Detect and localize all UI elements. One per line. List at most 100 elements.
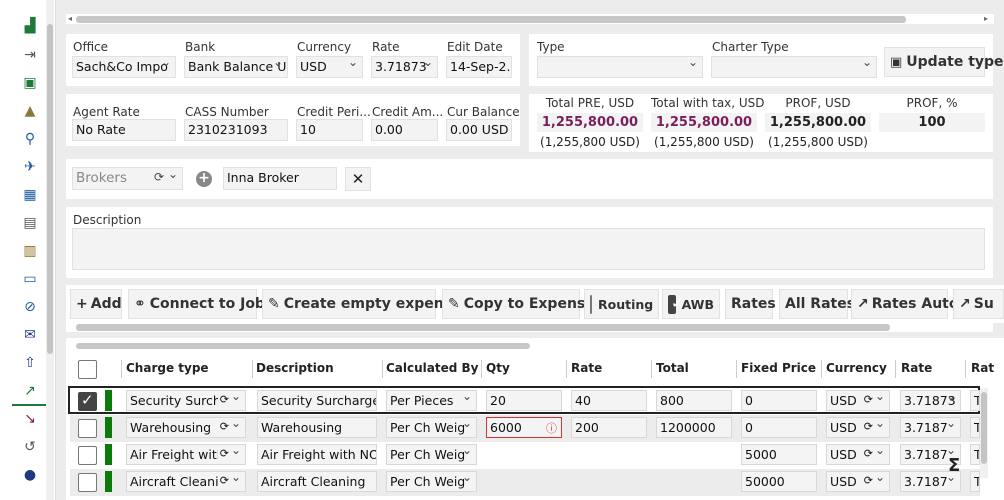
awb-toggle[interactable]: AWB: [662, 289, 720, 319]
currency-select[interactable]: USD ⟳: [826, 417, 890, 438]
col-rate-3[interactable]: Rat: [971, 361, 994, 375]
refresh-icon[interactable]: ⟳: [864, 474, 873, 487]
extra-cell[interactable]: T: [970, 390, 980, 411]
col-calculated-by[interactable]: Calculated By: [386, 361, 479, 375]
col-description[interactable]: Description: [256, 361, 334, 375]
warning-icon[interactable]: ▲: [22, 103, 38, 119]
bank-select[interactable]: Bank Balance U: [184, 56, 288, 78]
col-total[interactable]: Total: [656, 361, 689, 375]
qty-cell[interactable]: 20: [486, 390, 562, 411]
sidebar-scroll-thumb[interactable]: [47, 24, 53, 354]
edit-date-field[interactable]: 14-Sep-2...: [446, 56, 512, 78]
col-rate[interactable]: Rate: [571, 361, 602, 375]
grid-vscroll-thumb[interactable]: [981, 392, 987, 464]
mail-stack-icon[interactable]: ✉: [22, 327, 38, 343]
row-checkbox[interactable]: [78, 419, 97, 438]
calculated-by-select[interactable]: Per Ch Weig: [386, 444, 477, 465]
charter-type-select[interactable]: [711, 56, 877, 78]
toolbar-scrollbar-thumb[interactable]: [76, 324, 890, 331]
routing-checkbox[interactable]: [590, 294, 592, 314]
attachment-icon[interactable]: ⊘: [22, 299, 38, 315]
col-fixed-price[interactable]: Fixed Price: [741, 361, 816, 375]
add-broker-icon[interactable]: +: [196, 171, 212, 187]
scroll-right-arrow-icon[interactable]: ▸: [984, 14, 988, 23]
total-cell[interactable]: 800: [656, 390, 732, 411]
calculated-by-select[interactable]: Per Ch Weig: [386, 471, 477, 492]
calculated-by-select[interactable]: Per Pieces: [386, 390, 477, 411]
refresh-icon[interactable]: ⟳: [217, 393, 229, 406]
description-cell[interactable]: Aircraft Cleaning: [257, 471, 377, 492]
credit-period-field[interactable]: 10: [296, 119, 363, 141]
type-select[interactable]: [537, 56, 703, 78]
currency-select[interactable]: USD ⟳: [826, 444, 890, 465]
refresh-icon[interactable]: ⟳: [864, 447, 873, 460]
credit-amount-field[interactable]: 0.00: [371, 119, 438, 141]
scroll-left-arrow-icon[interactable]: ◂: [68, 14, 72, 23]
routing-toggle[interactable]: Routing: [584, 289, 659, 319]
description-cell[interactable]: Warehousing: [257, 417, 377, 438]
agent-rate-field[interactable]: No Rate: [72, 119, 176, 141]
refresh-icon[interactable]: ⟳: [220, 420, 229, 433]
row-checkbox[interactable]: [78, 446, 97, 465]
brokers-select[interactable]: Brokers ⟳ ⌄: [72, 167, 183, 190]
rate-select[interactable]: 3.7187: [900, 417, 961, 438]
cur-balance-field[interactable]: 0.00 USD: [446, 119, 512, 141]
package-icon[interactable]: ▣: [22, 75, 38, 91]
row-checkbox[interactable]: [78, 473, 97, 492]
select-all-checkbox[interactable]: [78, 360, 97, 379]
route-icon[interactable]: ⚲: [22, 131, 38, 147]
refresh-icon[interactable]: ⟳: [217, 474, 229, 487]
calculated-by-select[interactable]: Per Ch Weig: [386, 417, 477, 438]
broker-name-field[interactable]: Inna Broker: [223, 167, 337, 190]
currency-select[interactable]: USD ⟳: [826, 471, 890, 492]
charge-type-select[interactable]: Security Surcha ⟳: [126, 390, 246, 411]
sum-icon[interactable]: Σ: [948, 455, 960, 476]
rate-select[interactable]: 3.71873: [900, 390, 961, 411]
office-select[interactable]: Sach&Co Impo: [72, 56, 176, 78]
col-rate-2[interactable]: Rate: [901, 361, 932, 375]
rate-cell[interactable]: 40: [571, 390, 647, 411]
qty-cell-error[interactable]: 6000 ⓘ: [486, 417, 562, 438]
col-currency[interactable]: Currency: [826, 361, 887, 375]
summary-button[interactable]: ↗ Su: [953, 289, 1004, 319]
refresh-icon[interactable]: ⟳: [154, 170, 164, 184]
extra-cell[interactable]: T: [970, 444, 980, 465]
charge-type-select[interactable]: Warehousing ⟳: [126, 417, 246, 438]
awb-checkbox[interactable]: [668, 294, 683, 314]
total-cell[interactable]: 1200000: [656, 417, 732, 438]
fixed-price-cell[interactable]: 0: [741, 390, 817, 411]
upload-icon[interactable]: ⇧: [22, 355, 38, 371]
charge-type-select[interactable]: Aircraft Cleanir ⟳: [126, 471, 246, 492]
import-icon[interactable]: ⇥: [22, 47, 38, 63]
history-icon[interactable]: ↺: [22, 439, 38, 455]
sidebar-scrollbar[interactable]: [46, 0, 54, 500]
charge-type-select[interactable]: Air Freight with ⟳: [126, 444, 246, 465]
chart-down-icon[interactable]: ↘: [22, 411, 38, 427]
description-cell[interactable]: Air Freight with NO: [257, 444, 377, 465]
warehouse-icon[interactable]: ▟: [22, 18, 38, 34]
col-charge-type[interactable]: Charge type: [126, 361, 209, 375]
refresh-icon[interactable]: ⟳: [864, 393, 873, 406]
currency-select[interactable]: USD: [296, 56, 363, 78]
plane-icon[interactable]: ✈: [22, 159, 38, 175]
remove-broker-button[interactable]: ✕: [345, 167, 371, 191]
top-scrollbar-thumb[interactable]: [76, 16, 906, 23]
connect-to-job-button[interactable]: ⚭ Connect to Job: [128, 289, 265, 319]
comments-icon[interactable]: ●: [22, 467, 38, 483]
fixed-price-cell[interactable]: 5000: [741, 444, 817, 465]
rates-button[interactable]: Rates: [725, 289, 776, 319]
grid-scrollbar-thumb[interactable]: [76, 343, 530, 349]
rate-cell[interactable]: 200: [571, 417, 647, 438]
create-empty-expenses-button[interactable]: ✎ Create empty expenses: [262, 289, 470, 319]
rate-select[interactable]: 3.71873: [371, 56, 438, 78]
currency-select[interactable]: USD ⟳: [826, 390, 890, 411]
chart-up-icon[interactable]: ↗: [22, 383, 38, 399]
chat-icon[interactable]: ▭: [22, 271, 38, 287]
add-button[interactable]: + Add: [70, 289, 122, 319]
building-icon[interactable]: ▥: [22, 243, 38, 259]
col-qty[interactable]: Qty: [486, 361, 510, 375]
refresh-icon[interactable]: ⟳: [217, 447, 229, 460]
row-checkbox[interactable]: [78, 391, 97, 411]
copy-to-expenses-button[interactable]: ✎ Copy to Expenses: [442, 289, 603, 319]
update-type-button[interactable]: ▣ Update type: [884, 47, 1004, 77]
